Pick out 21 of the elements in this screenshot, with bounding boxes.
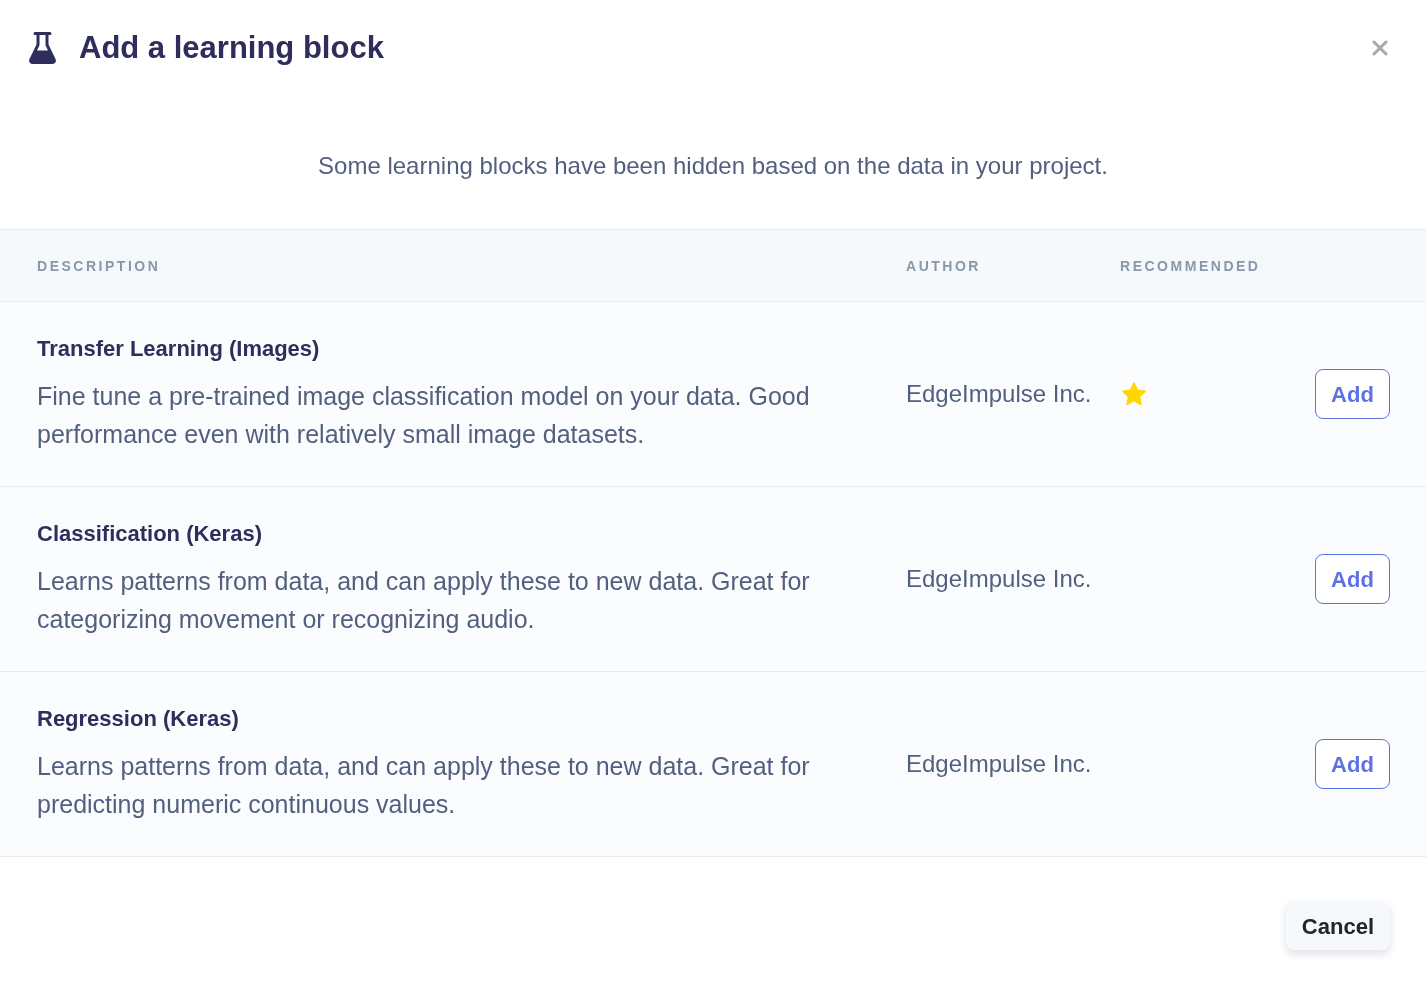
add-button[interactable]: Add: [1315, 739, 1390, 789]
cancel-button[interactable]: Cancel: [1285, 902, 1390, 950]
author-text: EdgeImpulse Inc.: [906, 565, 1092, 592]
block-name: Classification (Keras): [37, 520, 263, 548]
add-button[interactable]: Add: [1315, 369, 1390, 419]
column-header: AUTHOR: [906, 257, 981, 274]
block-description: Fine tune a pre-trained image classification model on your data. Good performance even with relatively small image datasets.: [37, 381, 811, 450]
dialog-title: Add a learning block: [79, 29, 384, 67]
author-text: EdgeImpulse Inc.: [906, 750, 1092, 777]
flask-icon: [29, 32, 56, 64]
block-name: Transfer Learning (Images): [37, 335, 321, 363]
add-button[interactable]: Add: [1315, 554, 1390, 604]
block-description: Learns patterns from data, and can apply these to new data. Great for categorizing movement or recognizing audio.: [37, 566, 811, 635]
notice-text: Some learning blocks have been hidden based on the data in your project.: [318, 151, 1108, 181]
close-button[interactable]: [1370, 38, 1390, 58]
column-header: DESCRIPTION: [37, 257, 161, 274]
column-header: RECOMMENDED: [1120, 257, 1261, 274]
author-text: EdgeImpulse Inc.: [906, 380, 1092, 407]
close-icon: [1372, 40, 1388, 56]
block-description: Learns patterns from data, and can apply these to new data. Great for predicting numeric continuous values.: [37, 751, 811, 820]
block-name: Regression (Keras): [37, 705, 240, 733]
